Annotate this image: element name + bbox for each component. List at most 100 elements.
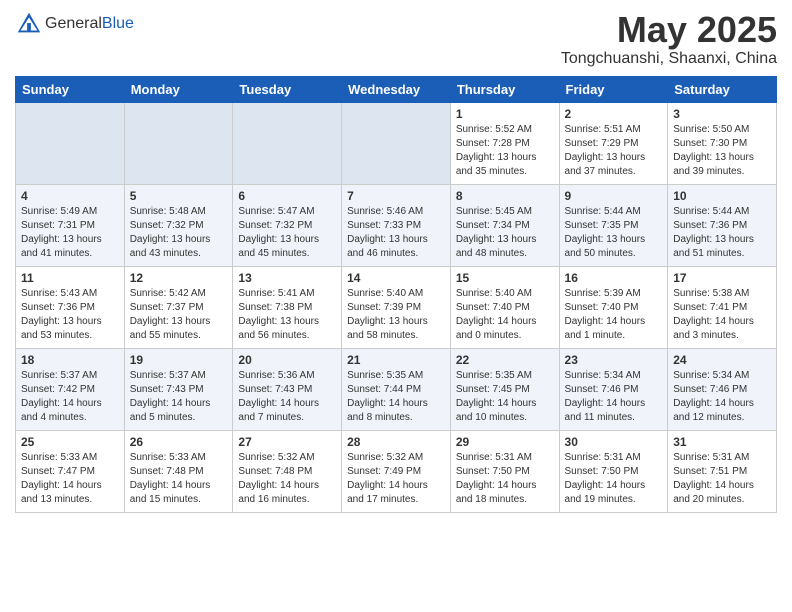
- day-info: Sunrise: 5:37 AMSunset: 7:43 PMDaylight:…: [130, 369, 228, 425]
- calendar-cell: [16, 102, 125, 184]
- logo-general: General: [45, 15, 102, 32]
- day-number: 5: [130, 189, 228, 203]
- page: GeneralBlue May 2025 Tongchuanshi, Shaan…: [0, 0, 792, 612]
- day-info: Sunrise: 5:51 AMSunset: 7:29 PMDaylight:…: [565, 123, 663, 179]
- day-info: Sunrise: 5:32 AMSunset: 7:48 PMDaylight:…: [238, 451, 336, 507]
- day-number: 8: [456, 189, 554, 203]
- day-number: 28: [347, 435, 445, 449]
- day-number: 9: [565, 189, 663, 203]
- day-info: Sunrise: 5:42 AMSunset: 7:37 PMDaylight:…: [130, 287, 228, 343]
- day-number: 2: [565, 107, 663, 121]
- logo: GeneralBlue: [15, 10, 134, 38]
- day-info: Sunrise: 5:35 AMSunset: 7:45 PMDaylight:…: [456, 369, 554, 425]
- calendar: Sunday Monday Tuesday Wednesday Thursday…: [15, 76, 777, 513]
- day-info: Sunrise: 5:33 AMSunset: 7:48 PMDaylight:…: [130, 451, 228, 507]
- week-row-5: 25Sunrise: 5:33 AMSunset: 7:47 PMDayligh…: [16, 430, 777, 512]
- header-wednesday: Wednesday: [342, 76, 451, 102]
- calendar-cell: 17Sunrise: 5:38 AMSunset: 7:41 PMDayligh…: [668, 266, 777, 348]
- calendar-cell: [342, 102, 451, 184]
- day-info: Sunrise: 5:43 AMSunset: 7:36 PMDaylight:…: [21, 287, 119, 343]
- calendar-cell: 2 Sunrise: 5:51 AMSunset: 7:29 PMDaylight…: [559, 102, 668, 184]
- calendar-cell: 24 Sunrise: 5:34 AMSunset: 7:46 PMDayligh…: [668, 348, 777, 430]
- header: GeneralBlue May 2025 Tongchuanshi, Shaan…: [15, 10, 777, 68]
- day-info: Sunrise: 5:37 AMSunset: 7:42 PMDaylight:…: [21, 369, 119, 425]
- day-info: Sunrise: 5:31 AMSunset: 7:50 PMDaylight:…: [456, 451, 554, 507]
- day-number: 7: [347, 189, 445, 203]
- calendar-cell: 5Sunrise: 5:48 AMSunset: 7:32 PMDaylight…: [124, 184, 233, 266]
- calendar-cell: 9Sunrise: 5:44 AMSunset: 7:35 PMDaylight…: [559, 184, 668, 266]
- day-info: Sunrise: 5:40 AMSunset: 7:40 PMDaylight:…: [456, 287, 554, 343]
- day-number: 18: [21, 353, 119, 367]
- day-number: 24: [673, 353, 771, 367]
- calendar-cell: 31Sunrise: 5:31 AMSunset: 7:51 PMDayligh…: [668, 430, 777, 512]
- header-friday: Friday: [559, 76, 668, 102]
- day-info: Sunrise: 5:39 AMSunset: 7:40 PMDaylight:…: [565, 287, 663, 343]
- day-number: 26: [130, 435, 228, 449]
- calendar-header-row: Sunday Monday Tuesday Wednesday Thursday…: [16, 76, 777, 102]
- week-row-2: 4 Sunrise: 5:49 AMSunset: 7:31 PMDaylight…: [16, 184, 777, 266]
- calendar-cell: 23 Sunrise: 5:34 AMSunset: 7:46 PMDayligh…: [559, 348, 668, 430]
- calendar-cell: 10 Sunrise: 5:44 AMSunset: 7:36 PMDayligh…: [668, 184, 777, 266]
- day-info: Sunrise: 5:34 AMSunset: 7:46 PMDaylight:…: [565, 369, 663, 425]
- calendar-cell: 3 Sunrise: 5:50 AMSunset: 7:30 PMDaylight…: [668, 102, 777, 184]
- day-number: 23: [565, 353, 663, 367]
- calendar-cell: 20Sunrise: 5:36 AMSunset: 7:43 PMDayligh…: [233, 348, 342, 430]
- day-number: 14: [347, 271, 445, 285]
- day-number: 4: [21, 189, 119, 203]
- header-sunday: Sunday: [16, 76, 125, 102]
- calendar-cell: 1Sunrise: 5:52 AMSunset: 7:28 PMDaylight…: [450, 102, 559, 184]
- day-number: 31: [673, 435, 771, 449]
- calendar-cell: 11 Sunrise: 5:43 AMSunset: 7:36 PMDayligh…: [16, 266, 125, 348]
- day-info: Sunrise: 5:44 AMSunset: 7:36 PMDaylight:…: [673, 205, 771, 261]
- day-number: 12: [130, 271, 228, 285]
- calendar-cell: [233, 102, 342, 184]
- calendar-cell: 30Sunrise: 5:31 AMSunset: 7:50 PMDayligh…: [559, 430, 668, 512]
- calendar-cell: 13 Sunrise: 5:41 AMSunset: 7:38 PMDayligh…: [233, 266, 342, 348]
- day-number: 16: [565, 271, 663, 285]
- day-number: 20: [238, 353, 336, 367]
- title-block: May 2025 Tongchuanshi, Shaanxi, China: [561, 10, 777, 68]
- calendar-cell: [124, 102, 233, 184]
- calendar-cell: 27 Sunrise: 5:32 AMSunset: 7:48 PMDayligh…: [233, 430, 342, 512]
- day-info: Sunrise: 5:33 AMSunset: 7:47 PMDaylight:…: [21, 451, 119, 507]
- calendar-cell: 16 Sunrise: 5:39 AMSunset: 7:40 PMDayligh…: [559, 266, 668, 348]
- day-number: 19: [130, 353, 228, 367]
- day-number: 10: [673, 189, 771, 203]
- week-row-3: 11 Sunrise: 5:43 AMSunset: 7:36 PMDayligh…: [16, 266, 777, 348]
- day-number: 15: [456, 271, 554, 285]
- calendar-cell: 29 Sunrise: 5:31 AMSunset: 7:50 PMDayligh…: [450, 430, 559, 512]
- calendar-cell: 18 Sunrise: 5:37 AMSunset: 7:42 PMDayligh…: [16, 348, 125, 430]
- day-number: 11: [21, 271, 119, 285]
- calendar-cell: 7Sunrise: 5:46 AMSunset: 7:33 PMDaylight…: [342, 184, 451, 266]
- day-info: Sunrise: 5:50 AMSunset: 7:30 PMDaylight:…: [673, 123, 771, 179]
- day-number: 13: [238, 271, 336, 285]
- calendar-cell: 8 Sunrise: 5:45 AMSunset: 7:34 PMDaylight…: [450, 184, 559, 266]
- day-number: 1: [456, 107, 554, 121]
- day-number: 29: [456, 435, 554, 449]
- day-number: 3: [673, 107, 771, 121]
- calendar-cell: 19 Sunrise: 5:37 AMSunset: 7:43 PMDayligh…: [124, 348, 233, 430]
- week-row-4: 18 Sunrise: 5:37 AMSunset: 7:42 PMDayligh…: [16, 348, 777, 430]
- header-saturday: Saturday: [668, 76, 777, 102]
- day-info: Sunrise: 5:31 AMSunset: 7:50 PMDaylight:…: [565, 451, 663, 507]
- calendar-cell: 6Sunrise: 5:47 AMSunset: 7:32 PMDaylight…: [233, 184, 342, 266]
- day-info: Sunrise: 5:38 AMSunset: 7:41 PMDaylight:…: [673, 287, 771, 343]
- day-info: Sunrise: 5:41 AMSunset: 7:38 PMDaylight:…: [238, 287, 336, 343]
- day-info: Sunrise: 5:45 AMSunset: 7:34 PMDaylight:…: [456, 205, 554, 261]
- day-number: 27: [238, 435, 336, 449]
- day-info: Sunrise: 5:34 AMSunset: 7:46 PMDaylight:…: [673, 369, 771, 425]
- day-number: 21: [347, 353, 445, 367]
- logo-blue: Blue: [102, 15, 134, 32]
- calendar-cell: 25Sunrise: 5:33 AMSunset: 7:47 PMDayligh…: [16, 430, 125, 512]
- calendar-cell: 15 Sunrise: 5:40 AMSunset: 7:40 PMDayligh…: [450, 266, 559, 348]
- day-info: Sunrise: 5:49 AMSunset: 7:31 PMDaylight:…: [21, 205, 119, 261]
- week-row-1: 1Sunrise: 5:52 AMSunset: 7:28 PMDaylight…: [16, 102, 777, 184]
- logo-text: GeneralBlue: [45, 15, 134, 33]
- day-info: Sunrise: 5:35 AMSunset: 7:44 PMDaylight:…: [347, 369, 445, 425]
- location: Tongchuanshi, Shaanxi, China: [561, 50, 777, 68]
- calendar-cell: 4 Sunrise: 5:49 AMSunset: 7:31 PMDaylight…: [16, 184, 125, 266]
- calendar-cell: 14 Sunrise: 5:40 AMSunset: 7:39 PMDayligh…: [342, 266, 451, 348]
- day-info: Sunrise: 5:47 AMSunset: 7:32 PMDaylight:…: [238, 205, 336, 261]
- calendar-cell: 12 Sunrise: 5:42 AMSunset: 7:37 PMDayligh…: [124, 266, 233, 348]
- day-info: Sunrise: 5:40 AMSunset: 7:39 PMDaylight:…: [347, 287, 445, 343]
